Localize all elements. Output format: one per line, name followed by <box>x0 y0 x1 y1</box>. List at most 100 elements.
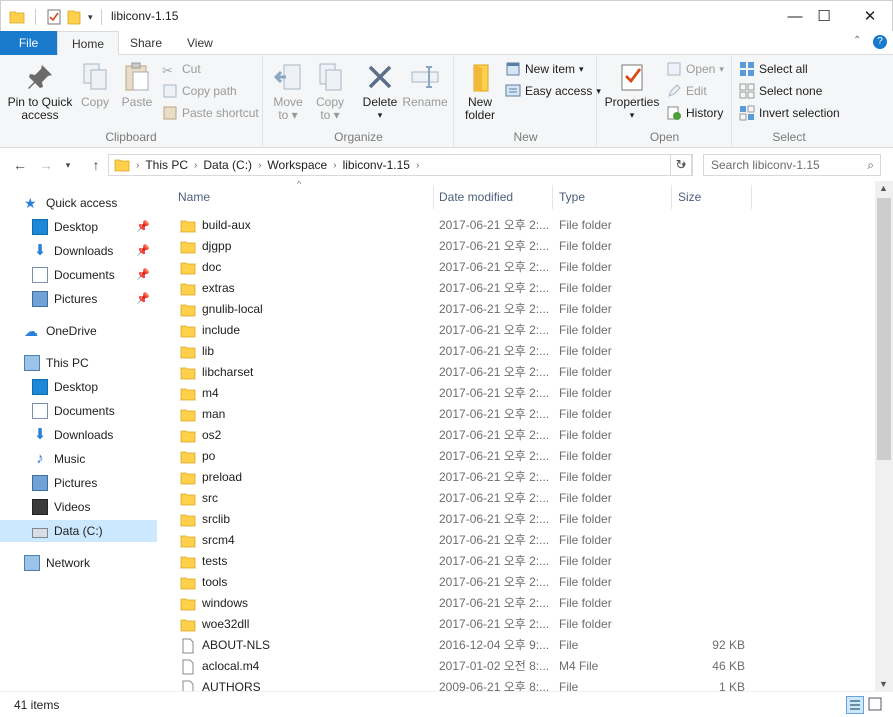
file-row[interactable]: AUTHORS 2009-06-21 오후 8:... File 1 KB <box>160 677 875 691</box>
nav-quick-access[interactable]: ★ Quick access <box>24 192 156 214</box>
breadcrumb-workspace[interactable]: Workspace <box>261 158 333 172</box>
copy-button[interactable]: Copy <box>76 59 114 109</box>
new-folder-button[interactable]: New folder <box>459 59 501 122</box>
move-to-button[interactable]: Move to ▾ <box>268 59 308 122</box>
file-row[interactable]: aclocal.m4 2017-01-02 오전 8:... M4 File 46 K… <box>160 656 875 677</box>
scroll-up-icon[interactable]: ▲ <box>879 183 888 193</box>
column-header-date[interactable]: Date modified <box>433 185 553 209</box>
large-icons-view-button[interactable] <box>867 696 885 714</box>
pin-icon[interactable]: 📌 <box>136 264 150 286</box>
maximize-button[interactable]: ☐ <box>801 1 847 31</box>
tab-file[interactable]: File <box>0 31 57 55</box>
properties-button[interactable]: Properties ▾ <box>602 59 662 122</box>
file-type: File folder <box>559 239 612 253</box>
scroll-down-icon[interactable]: ▼ <box>879 679 888 689</box>
nav-pc-desktop[interactable]: Desktop <box>32 376 156 398</box>
file-row[interactable]: djgpp 2017-06-21 오후 2:... File folder <box>160 236 875 257</box>
nav-quick-downloads[interactable]: ⬇ Downloads 📌 <box>32 240 156 262</box>
file-name: djgpp <box>202 239 232 253</box>
nav-pc-music[interactable]: ♪ Music <box>32 448 156 470</box>
nav-quick-desktop[interactable]: Desktop 📌 <box>32 216 156 238</box>
select-none-icon <box>739 83 755 99</box>
invert-selection-button[interactable]: Invert selection <box>739 103 840 123</box>
up-button[interactable]: ↑ <box>86 155 106 175</box>
file-row[interactable]: man 2017-06-21 오후 2:... File folder <box>160 404 875 425</box>
file-row[interactable]: m4 2017-06-21 오후 2:... File folder <box>160 383 875 404</box>
nav-quick-documents[interactable]: Documents 📌 <box>32 264 156 286</box>
nav-pc-videos[interactable]: Videos <box>32 496 156 518</box>
nav-pc-documents[interactable]: Documents <box>32 400 156 422</box>
edit-button[interactable]: Edit <box>666 81 707 101</box>
file-date: 2009-06-21 오후 8:... <box>439 680 549 691</box>
scrollbar-thumb[interactable] <box>877 198 891 460</box>
column-header-size[interactable]: Size <box>672 185 752 209</box>
rename-button[interactable]: Rename <box>402 59 448 109</box>
column-header-name[interactable]: Name <box>172 185 434 209</box>
refresh-button[interactable]: ↻ <box>670 154 692 176</box>
file-row[interactable]: include 2017-06-21 오후 2:... File folder <box>160 320 875 341</box>
file-row[interactable]: srcm4 2017-06-21 오후 2:... File folder <box>160 530 875 551</box>
paste-shortcut-button[interactable]: Paste shortcut <box>162 103 259 123</box>
file-row[interactable]: doc 2017-06-21 오후 2:... File folder <box>160 257 875 278</box>
back-button[interactable]: ← <box>10 155 30 175</box>
file-row[interactable]: os2 2017-06-21 오후 2:... File folder <box>160 425 875 446</box>
new-item-button[interactable]: New item ▾ <box>505 59 584 79</box>
file-row[interactable]: tests 2017-06-21 오후 2:... File folder <box>160 551 875 572</box>
nav-pc-pictures[interactable]: Pictures <box>32 472 156 494</box>
tab-home[interactable]: Home <box>57 31 120 56</box>
close-button[interactable]: ✕ <box>847 1 893 31</box>
tab-share[interactable]: Share <box>116 31 176 55</box>
select-all-button[interactable]: Select all <box>739 59 808 79</box>
file-row[interactable]: tools 2017-06-21 오후 2:... File folder <box>160 572 875 593</box>
column-header-type[interactable]: Type <box>553 185 672 209</box>
nav-network[interactable]: Network <box>24 552 156 574</box>
help-icon[interactable]: ? <box>873 35 887 49</box>
pin-to-quick-access-button[interactable]: Pin to Quick access <box>4 59 76 122</box>
file-row[interactable]: libcharset 2017-06-21 오후 2:... File folder <box>160 362 875 383</box>
properties-icon[interactable] <box>46 9 62 25</box>
pin-icon[interactable]: 📌 <box>136 288 150 310</box>
file-row[interactable]: po 2017-06-21 오후 2:... File folder <box>160 446 875 467</box>
file-row[interactable]: ABOUT-NLS 2016-12-04 오후 9:... File 92 KB <box>160 635 875 656</box>
breadcrumb-libiconv[interactable]: libiconv-1.15 <box>337 158 416 172</box>
nav-this-pc[interactable]: This PC <box>24 352 156 374</box>
address-bar[interactable]: › This PC › Data (C:) › Workspace › libi… <box>108 154 693 176</box>
easy-access-button[interactable]: Easy access ▾ <box>505 81 601 101</box>
file-row[interactable]: lib 2017-06-21 오후 2:... File folder <box>160 341 875 362</box>
easy-access-icon <box>505 84 521 97</box>
history-button[interactable]: History <box>666 103 723 123</box>
open-button[interactable]: Open ▾ <box>666 59 724 79</box>
recent-locations-button[interactable]: ▾ <box>58 155 78 175</box>
ribbon-tabs: File Home Share View ⌃ ? <box>0 31 893 56</box>
copy-path-button[interactable]: Copy path <box>162 81 237 101</box>
nav-quick-pictures[interactable]: Pictures 📌 <box>32 288 156 310</box>
tab-view[interactable]: View <box>173 31 227 55</box>
paste-button[interactable]: Paste <box>116 59 158 109</box>
pin-icon[interactable]: 📌 <box>136 240 150 262</box>
file-row[interactable]: extras 2017-06-21 오후 2:... File folder <box>160 278 875 299</box>
forward-button[interactable]: → <box>36 155 56 175</box>
cut-button[interactable]: ✂ Cut <box>162 59 201 79</box>
file-row[interactable]: srclib 2017-06-21 오후 2:... File folder <box>160 509 875 530</box>
file-row[interactable]: windows 2017-06-21 오후 2:... File folder <box>160 593 875 614</box>
pin-icon[interactable]: 📌 <box>136 216 150 238</box>
file-row[interactable]: woe32dll 2017-06-21 오후 2:... File folder <box>160 614 875 635</box>
nav-onedrive[interactable]: ☁ OneDrive <box>24 320 156 342</box>
file-row[interactable]: build-aux 2017-06-21 오후 2:... File folder <box>160 215 875 236</box>
details-view-button[interactable] <box>846 696 864 714</box>
breadcrumb-data-c[interactable]: Data (C:) <box>197 158 258 172</box>
search-input[interactable]: Search libiconv-1.15 ⌕ <box>703 154 881 176</box>
file-row[interactable]: preload 2017-06-21 오후 2:... File folder <box>160 467 875 488</box>
delete-button[interactable]: Delete ▾ <box>360 59 400 122</box>
customize-qat-icon[interactable]: ▾ <box>88 12 93 23</box>
file-row[interactable]: gnulib-local 2017-06-21 오후 2:... File fold… <box>160 299 875 320</box>
nav-pc-data-c[interactable]: Data (C:) <box>0 520 157 542</box>
select-none-button[interactable]: Select none <box>739 81 822 101</box>
picture-icon <box>32 475 48 491</box>
breadcrumb-this-pc[interactable]: This PC <box>139 158 194 172</box>
nav-pc-downloads[interactable]: ⬇ Downloads <box>32 424 156 446</box>
file-row[interactable]: src 2017-06-21 오후 2:... File folder <box>160 488 875 509</box>
copy-to-button[interactable]: Copy to ▾ <box>310 59 350 122</box>
new-folder-icon[interactable] <box>66 9 82 25</box>
collapse-ribbon-icon[interactable]: ⌃ <box>853 35 861 46</box>
